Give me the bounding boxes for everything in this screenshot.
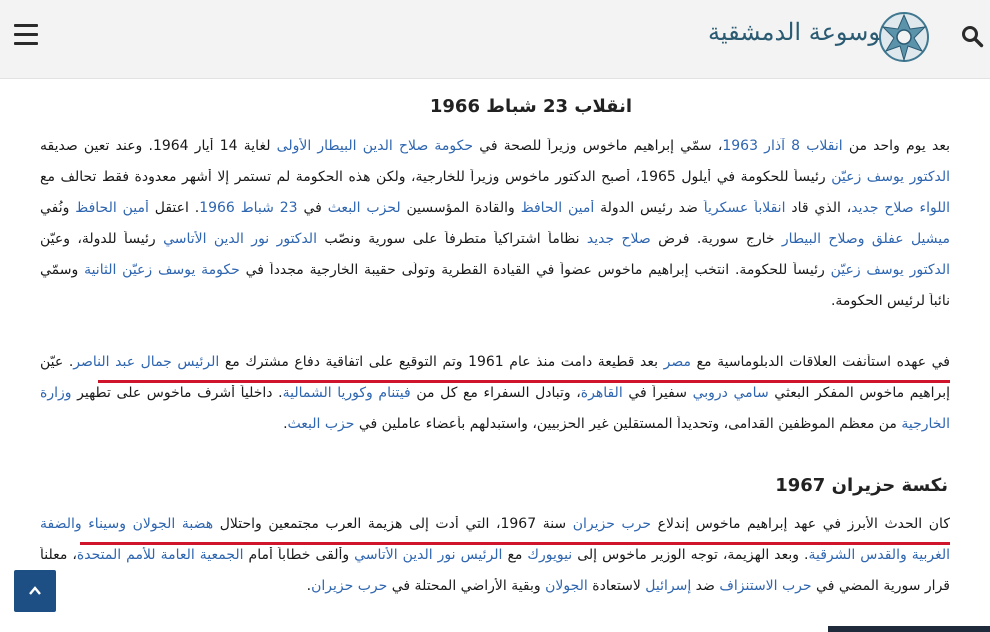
paragraph-line: بعد يوم واحد من انقلاب 8 آذار 1963، سمّي…	[40, 138, 950, 154]
section-heading: نكسة حزيران 1967	[775, 475, 948, 496]
article-link[interactable]: حرب حزيران	[573, 516, 651, 532]
article-link[interactable]: إسرائيل	[645, 578, 691, 594]
paragraph-line: نائباً لرئيس الحكومة.	[40, 293, 950, 309]
article-link[interactable]: الرئيس جمال عبد الناصر	[73, 354, 219, 370]
site-logo-text: الموسوعة الدمشقية	[708, 18, 909, 46]
text-segment: ضد رئيس الدولة	[594, 200, 704, 216]
text-segment: مع	[502, 547, 528, 563]
article-link[interactable]: الدكتور نور الدين الأتاسي	[163, 231, 317, 247]
article-link[interactable]: هضبة الجولان وسيناء والضفة	[40, 516, 213, 532]
article-link[interactable]: انقلاب 8 آذار 1963	[722, 138, 842, 154]
text-segment: . اعتقل	[148, 200, 200, 216]
text-segment: في عهده استأنفت العلاقات الدبلوماسية مع	[690, 354, 950, 370]
red-highlight-underline	[98, 380, 950, 383]
text-segment: بعد قطيعة دامت منذ عام 1961 وتم التوقيع …	[219, 354, 664, 370]
article-link[interactable]: الدكتور يوسف زعيّن	[831, 262, 950, 278]
article-link[interactable]: سامي دروبي	[693, 385, 769, 401]
text-segment: ، سمّي إبراهيم ماخوس وزيراً للصحة في	[473, 138, 723, 154]
text-segment: سنة 1967، التي أدت إلى هزيمة العرب مجتمع…	[213, 516, 573, 532]
text-segment: وسمّي	[40, 262, 85, 278]
paragraph-line: الخارجية من معظم الموظفين القدامى، وتحدي…	[40, 416, 950, 432]
text-segment: ، معلناً	[40, 547, 77, 563]
paragraph-line: الدكتور يوسف زعيّن رئيساً للحكومة في أيل…	[40, 169, 950, 185]
text-segment: خارج سورية. فرض	[650, 231, 782, 247]
article-link[interactable]: وزارة	[40, 385, 72, 401]
article-link[interactable]: حكومة يوسف زعيّن الثانية	[84, 262, 240, 278]
text-segment: لغاية 14 أيار 1964. وعند تعين صديقه	[40, 138, 277, 154]
article-link[interactable]: أمين الحافظ	[521, 200, 595, 216]
bottom-bar	[828, 626, 990, 632]
paragraph-line: ميشيل عفلق وصلاح البيطار خارج سورية. فرض…	[40, 231, 950, 247]
paragraph-line: الدكتور يوسف زعيّن رئيساً للحكومة. انتخب…	[40, 262, 950, 278]
text-segment: لاستعادة	[587, 578, 646, 594]
article-link[interactable]: نيويورك	[527, 547, 572, 563]
text-segment: سفيراً في	[622, 385, 693, 401]
text-segment: نائباً لرئيس الحكومة.	[830, 293, 950, 309]
article-link[interactable]: الغربية والقدس الشرقية	[808, 547, 950, 563]
article-link[interactable]: الجمعية العامة للأمم المتحدة	[77, 547, 244, 563]
text-segment: وألقى خطاباً أمام	[243, 547, 355, 563]
article-link[interactable]: انقلاباً عسكرياً	[704, 200, 786, 216]
text-segment: ، وتبادل السفراء مع كل من	[410, 385, 581, 401]
text-segment: ، الذي قاد	[785, 200, 852, 216]
hamburger-menu-icon[interactable]	[14, 24, 38, 46]
search-icon[interactable]	[960, 24, 984, 48]
text-segment: رئيساً للدولة، وعيّن	[40, 231, 164, 247]
text-segment: بعد يوم واحد من	[842, 138, 950, 154]
article-link[interactable]: مصر	[664, 354, 691, 370]
text-segment: ضد	[691, 578, 720, 594]
text-segment: من معظم الموظفين القدامى، وتحديداً المست…	[354, 416, 902, 432]
text-segment: رئيساً للحكومة في أيلول 1965، أصبح الدكت…	[40, 169, 832, 185]
article-link[interactable]: ميشيل عفلق وصلاح البيطار	[782, 231, 950, 247]
article-link[interactable]: الرئيس نور الدين الأتاسي	[354, 547, 502, 563]
text-segment: وبقية الأراضي المحتلة في	[387, 578, 546, 594]
site-logo[interactable]: الموسوعة الدمشقية	[708, 8, 930, 70]
paragraph-line: كان الحدث الأبرز في عهد إبراهيم ماخوس إن…	[40, 516, 950, 532]
article-link[interactable]: حزب البعث	[288, 416, 355, 432]
paragraph-line: اللواء صلاح جديد، الذي قاد انقلاباً عسكر…	[40, 200, 950, 216]
text-segment: قرار سورية المضي في	[811, 578, 950, 594]
text-segment: والقادة المؤسسين	[400, 200, 521, 216]
article-link[interactable]: فيتنام وكوريا الشمالية	[283, 385, 411, 401]
text-segment: ونُفي	[40, 200, 76, 216]
article-link[interactable]: الخارجية	[901, 416, 950, 432]
chevron-up-icon	[29, 586, 41, 595]
article-link[interactable]: حكومة صلاح الدين البيطار الأولى	[277, 138, 473, 154]
site-header: الموسوعة الدمشقية	[0, 0, 990, 79]
text-segment: رئيساً للحكومة. انتخب إبراهيم ماخوس عضوا…	[239, 262, 831, 278]
text-segment: كان الحدث الأبرز في عهد إبراهيم ماخوس إن…	[651, 516, 950, 532]
text-segment: نظاماً اشتراكياً متطرفاً على سورية ونصّب	[316, 231, 587, 247]
text-segment: . داخلياً أشرف ماخوس على تطهير	[71, 385, 283, 401]
article-link[interactable]: أمين الحافظ	[75, 200, 149, 216]
scroll-to-top-button[interactable]	[14, 570, 56, 612]
paragraph-line: قرار سورية المضي في حرب الاستنزاف ضد إسر…	[40, 578, 950, 594]
text-segment: . وبعد الهزيمة، توجه الوزير ماخوس إلى	[572, 547, 809, 563]
text-segment: في	[297, 200, 328, 216]
paragraph-line: في عهده استأنفت العلاقات الدبلوماسية مع …	[40, 354, 950, 370]
article-link[interactable]: حرب حزيران	[311, 578, 387, 594]
paragraph-line: الغربية والقدس الشرقية. وبعد الهزيمة، تو…	[40, 547, 950, 563]
paragraph-line: إبراهيم ماخوس المفكر البعثي سامي دروبي س…	[40, 385, 950, 401]
text-segment: إبراهيم ماخوس المفكر البعثي	[768, 385, 950, 401]
logo-star-emblem-icon	[879, 12, 929, 62]
article-link[interactable]: صلاح جديد	[587, 231, 651, 247]
article-link[interactable]: لحزب البعث	[328, 200, 401, 216]
article-link[interactable]: الجولان	[545, 578, 588, 594]
article-link[interactable]: اللواء صلاح جديد	[851, 200, 950, 216]
red-highlight-underline	[80, 542, 950, 545]
section-heading: انقلاب 23 شباط 1966	[429, 96, 632, 117]
article-link[interactable]: القاهرة	[581, 385, 623, 401]
article-link[interactable]: حرب الاستنزاف	[719, 578, 811, 594]
article-link[interactable]: الدكتور يوسف زعيّن	[831, 169, 950, 185]
text-segment: . عيّن	[40, 354, 74, 370]
article-link[interactable]: 23 شباط 1966	[199, 200, 297, 216]
article-content: انقلاب 23 شباط 1966 بعد يوم واحد من انقلا…	[40, 78, 950, 632]
